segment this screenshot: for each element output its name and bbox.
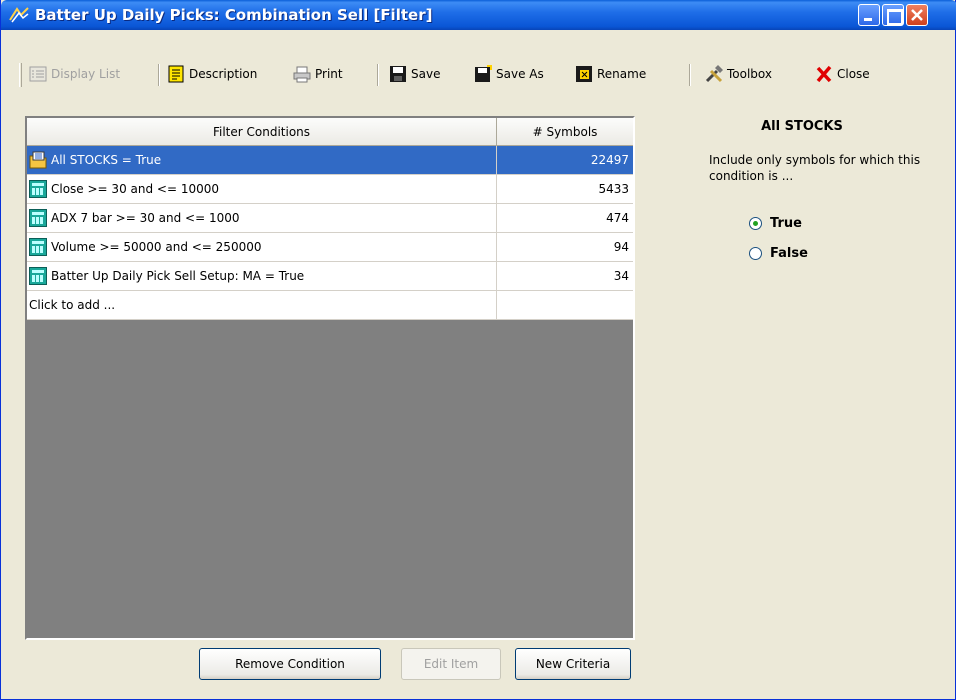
table-row[interactable]: ADX 7 bar >= 30 and <= 1000 474 [27, 204, 633, 233]
condition-text: ADX 7 bar >= 30 and <= 1000 [51, 211, 240, 225]
grid-header: Filter Conditions # Symbols [27, 118, 633, 146]
toolbar-separator [689, 64, 691, 86]
print-button[interactable]: Print [293, 63, 343, 85]
remove-condition-label: Remove Condition [235, 657, 345, 671]
symbols-count [497, 291, 633, 319]
window-close-button[interactable] [906, 4, 928, 26]
description-label: Description [189, 67, 258, 81]
description-button[interactable]: Description [167, 63, 257, 85]
save-button[interactable]: Save [389, 63, 440, 85]
close-button[interactable]: Close [815, 63, 870, 85]
close-label: Close [837, 67, 870, 81]
condition-cell: Click to add ... [27, 291, 497, 319]
window-title: Batter Up Daily Picks: Combination Sell … [35, 6, 433, 24]
condition-text: Batter Up Daily Pick Sell Setup: MA = Tr… [51, 269, 305, 283]
symbols-count: 474 [606, 211, 629, 225]
column-header-filter-conditions[interactable]: Filter Conditions [27, 118, 497, 146]
title-bar[interactable]: Batter Up Daily Picks: Combination Sell … [1, 0, 956, 30]
condition-text: All STOCKS = True [51, 153, 162, 167]
add-condition-text: Click to add ... [29, 298, 116, 312]
condition-cell: Close >= 30 and <= 10000 [27, 175, 497, 203]
false-radio-label: False [770, 246, 808, 261]
true-radio-label: True [770, 216, 802, 231]
maximize-button[interactable] [882, 4, 904, 26]
condition-text: Close >= 30 and <= 10000 [51, 182, 219, 196]
tools-icon [705, 65, 723, 83]
symbols-count: 94 [613, 240, 629, 254]
column-header-symbols[interactable]: # Symbols [497, 118, 633, 146]
minimize-button[interactable] [858, 4, 880, 26]
false-radio[interactable]: False [749, 246, 808, 261]
table-row[interactable]: Close >= 30 and <= 10000 5433 [27, 175, 633, 204]
app-logo-icon [9, 7, 29, 23]
calculator-icon [29, 180, 47, 198]
app-window: Batter Up Daily Picks: Combination Sell … [0, 0, 956, 700]
filter-conditions-grid[interactable]: Filter Conditions # Symbols All STOCKS =… [25, 116, 635, 640]
save-as-icon [474, 65, 492, 83]
toolbar-separator [158, 64, 160, 86]
rename-icon [575, 65, 593, 83]
condition-cell: Batter Up Daily Pick Sell Setup: MA = Tr… [27, 262, 497, 290]
condition-cell: All STOCKS = True [27, 146, 497, 174]
calculator-icon [29, 267, 47, 285]
red-x-icon [815, 65, 833, 83]
table-row[interactable]: All STOCKS = True 22497 [27, 146, 633, 175]
table-row[interactable]: Batter Up Daily Pick Sell Setup: MA = Tr… [27, 262, 633, 291]
rename-button[interactable]: Rename [575, 63, 646, 85]
toolbar-grip[interactable] [19, 63, 22, 87]
save-as-button[interactable]: Save As [474, 63, 544, 85]
symbols-count: 22497 [590, 153, 629, 167]
folder-list-icon [29, 151, 47, 169]
radio-selected-icon [749, 217, 762, 230]
radio-unselected-icon [749, 247, 762, 260]
new-criteria-button[interactable]: New Criteria [515, 648, 631, 680]
calculator-icon [29, 238, 47, 256]
symbols-count: 5433 [598, 182, 629, 196]
toolbox-label: Toolbox [727, 67, 772, 81]
description-icon [167, 65, 185, 83]
display-list-button[interactable]: Display List [29, 63, 120, 85]
print-label: Print [315, 67, 343, 81]
edit-item-button[interactable]: Edit Item [401, 648, 501, 680]
rename-label: Rename [597, 67, 647, 81]
condition-cell: Volume >= 50000 and <= 250000 [27, 233, 497, 261]
add-condition-row[interactable]: Click to add ... [27, 291, 633, 320]
floppy-disk-icon [389, 65, 407, 83]
table-row[interactable]: Volume >= 50000 and <= 250000 94 [27, 233, 633, 262]
calculator-icon [29, 209, 47, 227]
new-criteria-label: New Criteria [535, 657, 611, 671]
remove-condition-button[interactable]: Remove Condition [199, 648, 381, 680]
symbols-count: 34 [613, 269, 629, 283]
edit-item-label: Edit Item [423, 657, 479, 671]
toolbox-button[interactable]: Toolbox [705, 63, 772, 85]
condition-text: Volume >= 50000 and <= 250000 [51, 240, 262, 254]
display-list-label: Display List [51, 67, 121, 81]
condition-cell: ADX 7 bar >= 30 and <= 1000 [27, 204, 497, 232]
close-x-icon [911, 9, 923, 21]
condition-panel-title: All STOCKS [761, 119, 843, 134]
true-radio[interactable]: True [749, 216, 802, 231]
toolbar-separator [377, 64, 379, 86]
save-label: Save [411, 67, 441, 81]
save-as-label: Save As [496, 67, 544, 81]
list-icon [29, 65, 47, 83]
condition-panel-description: Include only symbols for which this cond… [709, 153, 921, 183]
printer-icon [293, 65, 311, 83]
